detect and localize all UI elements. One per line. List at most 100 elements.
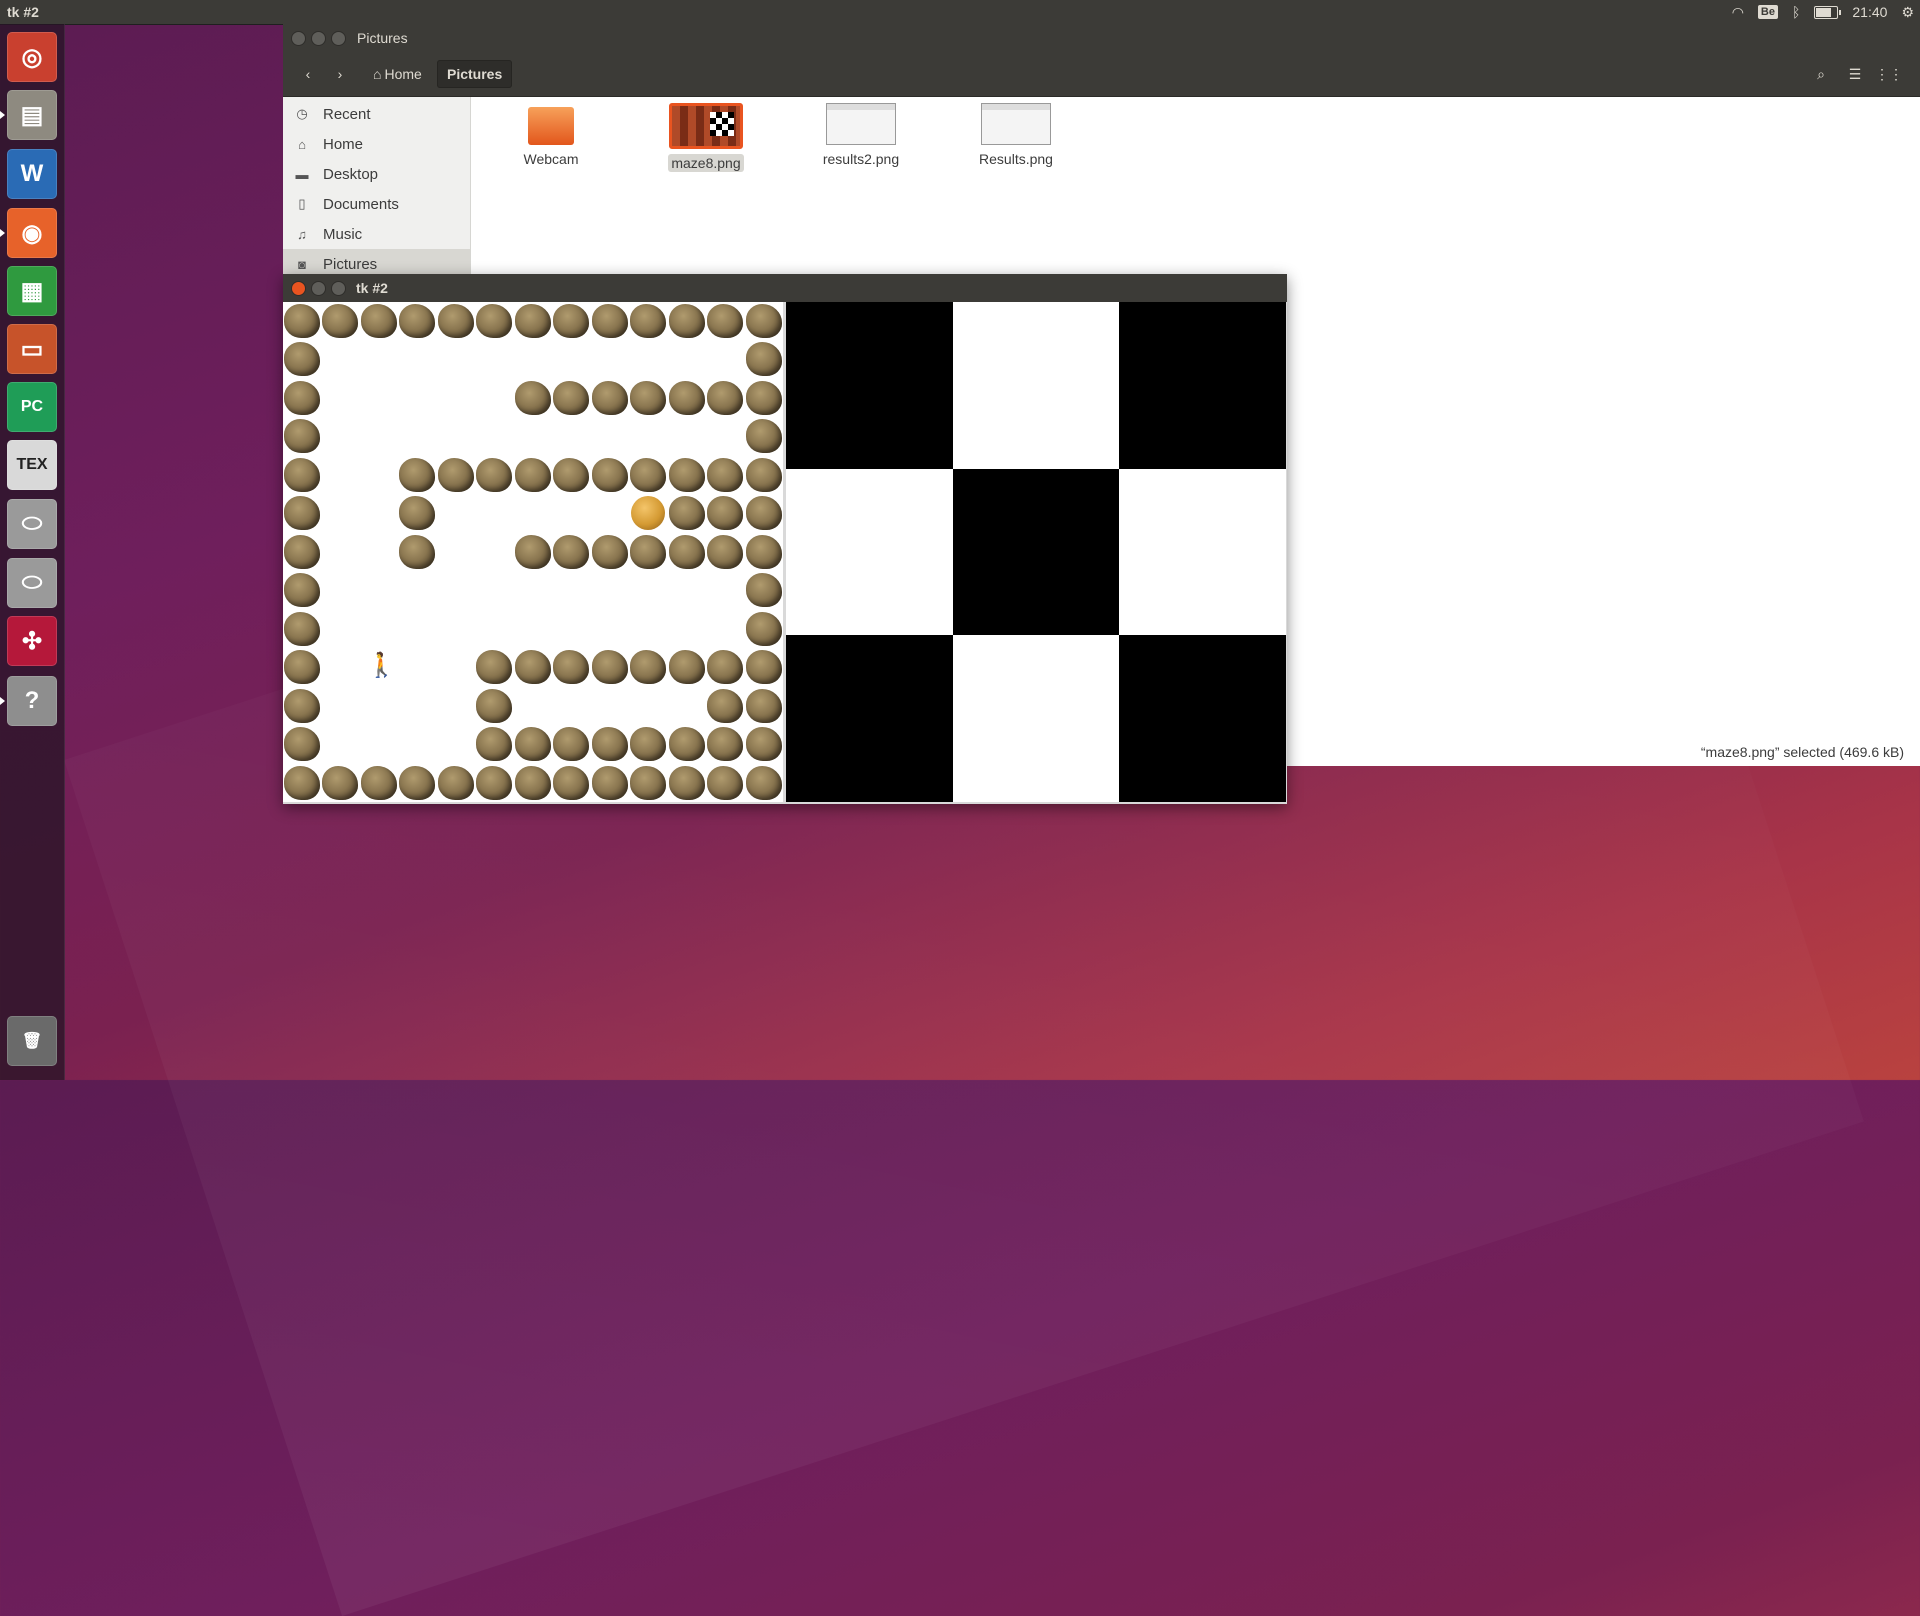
checker-cell bbox=[1119, 468, 1286, 636]
rock-tile bbox=[553, 765, 590, 800]
rock-tile bbox=[399, 457, 436, 492]
rock-tile bbox=[668, 380, 705, 415]
minimize-button[interactable] bbox=[311, 31, 326, 46]
keyboard-layout-indicator[interactable]: Be bbox=[1757, 5, 1778, 19]
rock-tile bbox=[476, 727, 513, 762]
list-view-button[interactable]: ☰ bbox=[1841, 60, 1869, 88]
rock-tile bbox=[630, 457, 667, 492]
list-icon: ☰ bbox=[1848, 65, 1862, 82]
rock-tile bbox=[630, 727, 667, 762]
rock-tile bbox=[668, 496, 705, 531]
rock-tile bbox=[553, 650, 590, 685]
checker-canvas[interactable] bbox=[786, 302, 1286, 802]
gear-icon[interactable]: ⚙ bbox=[1901, 4, 1914, 21]
texmaker-icon: TEX bbox=[16, 456, 48, 473]
bluetooth-icon[interactable]: ᛒ bbox=[1792, 4, 1800, 20]
rock-tile bbox=[591, 727, 628, 762]
search-button[interactable]: ⌕ bbox=[1807, 60, 1835, 88]
maximize-button[interactable] bbox=[331, 281, 346, 296]
checker-cell bbox=[952, 468, 1120, 636]
launcher-ubuntu-dash[interactable]: ◎ bbox=[7, 32, 57, 82]
rock-tile bbox=[553, 727, 590, 762]
launcher-firefox[interactable]: ◉ bbox=[7, 208, 57, 258]
search-icon: ⌕ bbox=[1817, 65, 1825, 82]
checker-cell bbox=[1119, 635, 1286, 802]
breadcrumb-home[interactable]: ⌂ Home bbox=[363, 60, 432, 88]
checker-cell bbox=[952, 635, 1120, 802]
tk-titlebar[interactable]: tk #2 bbox=[283, 274, 1287, 302]
file-item[interactable]: results2.png bbox=[786, 103, 936, 168]
rock-tile bbox=[284, 457, 320, 492]
launcher-pycharm[interactable]: PC bbox=[7, 382, 57, 432]
rock-tile bbox=[322, 304, 359, 338]
maximize-button[interactable] bbox=[331, 31, 346, 46]
launcher-disk-1[interactable]: ⬭ bbox=[7, 499, 57, 549]
rock-tile bbox=[476, 457, 513, 492]
sidebar-item-desktop[interactable]: ▬ Desktop bbox=[283, 159, 470, 189]
minimize-button[interactable] bbox=[311, 281, 326, 296]
home-icon: ⌂ bbox=[373, 66, 382, 82]
rock-tile bbox=[745, 380, 782, 415]
launcher-trash[interactable]: 🗑 bbox=[7, 1016, 57, 1066]
sidebar-item-label: Recent bbox=[323, 105, 371, 123]
wifi-icon[interactable]: ◠ bbox=[1732, 4, 1744, 21]
rock-tile bbox=[476, 650, 513, 685]
folder-icon: ▬ bbox=[295, 166, 309, 182]
sidebar-item-label: Home bbox=[323, 135, 364, 153]
rock-tile bbox=[553, 380, 590, 415]
file-item[interactable]: Results.png bbox=[941, 103, 1091, 168]
disk-1-icon: ⬭ bbox=[21, 510, 43, 537]
rock-tile bbox=[284, 304, 320, 338]
rock-tile bbox=[668, 304, 705, 338]
close-button[interactable] bbox=[291, 31, 306, 46]
file-item[interactable]: Webcam bbox=[476, 103, 626, 168]
launcher: ◎ ▤ W ◉ ▦ ▭ PC TEX ⬭ ⬭ ✣? 🗑 bbox=[0, 24, 65, 1080]
launcher-libreoffice-impress[interactable]: ▭ bbox=[7, 324, 57, 374]
top-panel: tk #2 ◠ Be ᛒ 21:40 ⚙ bbox=[0, 0, 1920, 24]
launcher-mendeley[interactable]: ✣ bbox=[7, 616, 57, 666]
clock[interactable]: 21:40 bbox=[1852, 4, 1887, 20]
checker-cell bbox=[786, 635, 953, 802]
files-window-title: Pictures bbox=[357, 30, 408, 46]
back-button[interactable]: ‹ bbox=[295, 60, 321, 88]
sidebar-item-music[interactable]: ♫ Music bbox=[283, 219, 470, 249]
running-indicator bbox=[0, 697, 5, 705]
file-item[interactable]: maze8.png bbox=[631, 103, 781, 172]
sidebar-item-home[interactable]: ⌂ Home bbox=[283, 129, 470, 159]
breadcrumb-pictures[interactable]: Pictures bbox=[437, 60, 513, 88]
sidebar-item-recent[interactable]: ◷ Recent bbox=[283, 99, 470, 129]
launcher-disk-2[interactable]: ⬭ bbox=[7, 558, 57, 608]
maze-canvas[interactable]: 🚶 bbox=[283, 302, 783, 802]
sidebar-item-label: Pictures bbox=[323, 255, 378, 273]
rock-tile bbox=[514, 650, 551, 685]
close-button[interactable] bbox=[291, 281, 306, 296]
file-item-label: Results.png bbox=[979, 151, 1053, 167]
forward-button[interactable]: › bbox=[327, 60, 353, 88]
rock-tile bbox=[284, 534, 320, 569]
rock-tile bbox=[437, 457, 474, 492]
rock-tile bbox=[284, 342, 320, 377]
launcher-texmaker[interactable]: TEX bbox=[7, 440, 57, 490]
files-toolbar: ‹ › ⌂ Home Pictures ⌕ ☰ ⋮⋮ bbox=[283, 52, 1920, 97]
file-item-label: Webcam bbox=[523, 151, 579, 167]
rock-tile bbox=[360, 765, 397, 800]
battery-icon[interactable] bbox=[1814, 5, 1842, 19]
launcher-libreoffice-writer[interactable]: W bbox=[7, 149, 57, 199]
tk-body: 🚶 bbox=[283, 302, 1287, 804]
grid-view-button[interactable]: ⋮⋮ bbox=[1875, 60, 1903, 88]
launcher-unknown-app[interactable]: ? bbox=[7, 676, 57, 726]
launcher-libreoffice-calc[interactable]: ▦ bbox=[7, 266, 57, 316]
sidebar-item-documents[interactable]: ▯ Documents bbox=[283, 189, 470, 219]
document-icon: ▯ bbox=[298, 196, 306, 211]
rock-tile bbox=[591, 534, 628, 569]
rock-tile bbox=[745, 611, 782, 646]
maze-thumbnail-icon bbox=[669, 103, 743, 149]
rock-tile bbox=[553, 534, 590, 569]
running-indicator bbox=[0, 111, 5, 119]
launcher-files[interactable]: ▤ bbox=[7, 90, 57, 140]
rock-tile bbox=[707, 688, 744, 723]
sidebar-item-label: Music bbox=[323, 225, 363, 243]
rock-tile bbox=[630, 765, 667, 800]
files-titlebar[interactable]: Pictures bbox=[283, 24, 1920, 52]
rock-tile bbox=[514, 457, 551, 492]
